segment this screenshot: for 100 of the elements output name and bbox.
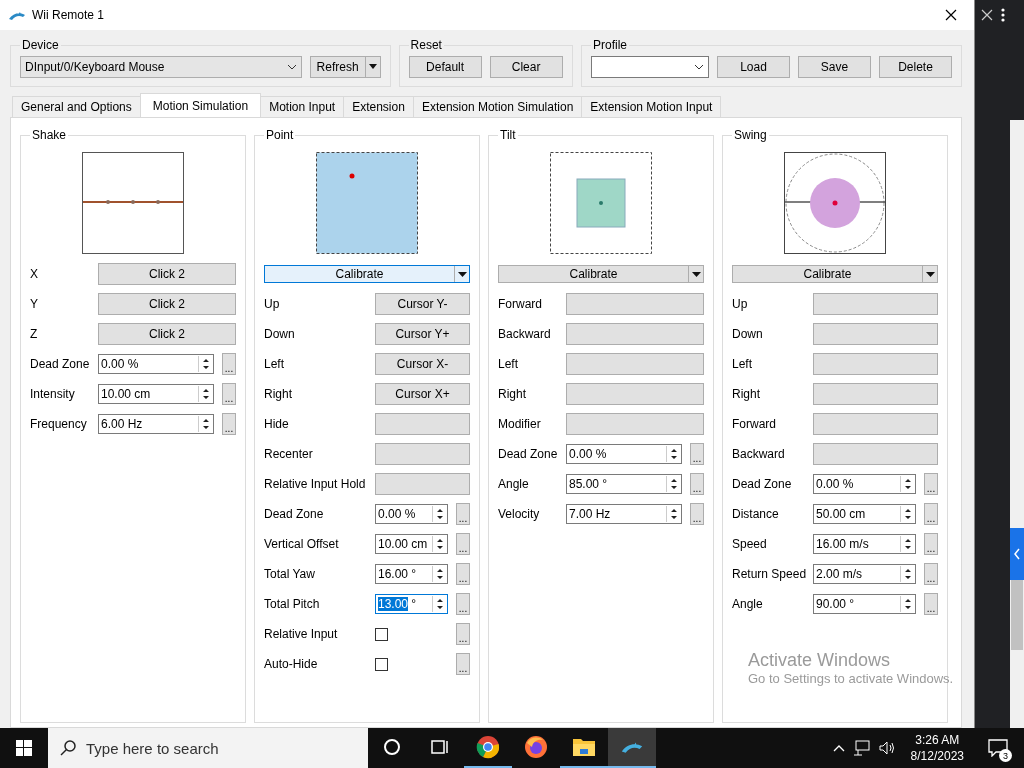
input-mapping-button[interactable]: Click 2: [98, 263, 236, 285]
checkbox[interactable]: [375, 657, 388, 671]
spin-box[interactable]: 16.00 °: [375, 564, 448, 584]
profile-button[interactable]: Save: [798, 56, 871, 78]
more-options-button[interactable]: ...: [456, 563, 470, 585]
more-menu-icon[interactable]: [1001, 8, 1005, 22]
field-label: Y: [30, 297, 39, 311]
more-options-button[interactable]: ...: [690, 473, 704, 495]
spin-box[interactable]: 2.00 m/s: [813, 564, 916, 584]
more-options-button[interactable]: ...: [924, 473, 938, 495]
search-field[interactable]: Type here to search: [48, 728, 368, 768]
refresh-button[interactable]: Refresh: [309, 56, 381, 78]
input-mapping-button[interactable]: [566, 323, 704, 345]
field-label: X: [30, 267, 39, 281]
device-dropdown[interactable]: DInput/0/Keyboard Mouse: [20, 56, 302, 78]
activation-title: Activate Windows: [748, 650, 892, 671]
tab[interactable]: Motion Input: [260, 96, 345, 117]
input-mapping-button[interactable]: [566, 413, 704, 435]
more-options-button[interactable]: ...: [690, 503, 704, 525]
field-label: Down: [264, 327, 296, 341]
scrollbar[interactable]: [1010, 120, 1024, 728]
input-mapping-button[interactable]: Cursor X-: [375, 353, 470, 375]
reset-button[interactable]: Default: [408, 56, 482, 78]
window-title: Wii Remote 1: [32, 8, 106, 22]
input-mapping-button[interactable]: [813, 323, 938, 345]
more-options-button[interactable]: ...: [222, 353, 236, 375]
spin-box[interactable]: 90.00 °: [813, 594, 916, 614]
browser-logo-icon[interactable]: [476, 735, 500, 759]
caret-icon: [691, 271, 701, 277]
field-label: Up: [732, 297, 749, 311]
field-label: Backward: [732, 447, 786, 461]
input-mapping-button[interactable]: [566, 353, 704, 375]
reset-button[interactable]: Clear: [489, 56, 563, 78]
tab[interactable]: Extension Motion Input: [581, 96, 722, 117]
field-label: Velocity: [498, 507, 541, 521]
input-mapping-button[interactable]: Click 2: [98, 293, 236, 315]
input-mapping-button[interactable]: [813, 383, 938, 405]
more-options-button[interactable]: ...: [924, 533, 938, 555]
group-title: Tilt: [499, 128, 517, 142]
input-mapping-button[interactable]: [813, 443, 938, 465]
field-label: Vertical Offset: [264, 537, 340, 551]
more-options-button[interactable]: ...: [222, 383, 236, 405]
spin-box[interactable]: 16.00 m/s: [813, 534, 916, 554]
input-mapping-button[interactable]: [375, 443, 470, 465]
more-options-button[interactable]: ...: [456, 593, 470, 615]
calibrate-button[interactable]: Calibrate: [264, 265, 470, 283]
folder-icon[interactable]: [572, 736, 596, 758]
profile-button[interactable]: Delete: [879, 56, 952, 78]
field-label: Dead Zone: [498, 447, 559, 461]
spin-box[interactable]: 10.00 cm: [375, 534, 448, 554]
more-options-button[interactable]: ...: [456, 653, 470, 675]
profile-button[interactable]: Load: [717, 56, 790, 78]
input-mapping-button[interactable]: Cursor Y-: [375, 293, 470, 315]
fox-logo-icon[interactable]: [524, 735, 548, 759]
spin-box[interactable]: 50.00 cm: [813, 504, 916, 524]
speaker-icon[interactable]: [878, 740, 897, 756]
input-mapping-button[interactable]: [375, 473, 470, 495]
notification-icon[interactable]: [988, 739, 1008, 757]
spin-box[interactable]: 0.00 %: [375, 504, 448, 524]
spin-box[interactable]: 0.00 %: [566, 444, 682, 464]
more-options-button[interactable]: ...: [456, 533, 470, 555]
field-label: Hide: [264, 417, 290, 431]
network-icon[interactable]: [852, 740, 871, 756]
profile-dropdown[interactable]: [591, 56, 709, 78]
more-options-button[interactable]: ...: [924, 563, 938, 585]
calibrate-button[interactable]: Calibrate: [498, 265, 704, 283]
more-options-button[interactable]: ...: [924, 593, 938, 615]
input-mapping-button[interactable]: [813, 413, 938, 435]
more-options-button[interactable]: ...: [690, 443, 704, 465]
spin-box[interactable]: 10.00 cm: [98, 384, 214, 404]
spin-box[interactable]: 0.00 %: [98, 354, 214, 374]
spin-box[interactable]: 13.00 °: [375, 594, 448, 614]
input-mapping-button[interactable]: Cursor Y+: [375, 323, 470, 345]
input-mapping-button[interactable]: Cursor X+: [375, 383, 470, 405]
more-options-button[interactable]: ...: [456, 623, 470, 645]
checkbox[interactable]: [375, 627, 388, 641]
spin-box[interactable]: 7.00 Hz: [566, 504, 682, 524]
circle-icon[interactable]: [383, 738, 401, 756]
input-mapping-button[interactable]: [813, 293, 938, 315]
task-view-icon[interactable]: [430, 738, 450, 756]
input-mapping-button[interactable]: [566, 383, 704, 405]
spin-box[interactable]: 0.00 %: [813, 474, 916, 494]
field-label: Z: [30, 327, 39, 341]
more-options-button[interactable]: ...: [456, 503, 470, 525]
notification-count: 3: [999, 749, 1012, 762]
tab[interactable]: Motion Simulation: [139, 93, 262, 117]
input-mapping-button[interactable]: Click 2: [98, 323, 236, 345]
input-mapping-button[interactable]: [375, 413, 470, 435]
spin-box[interactable]: 6.00 Hz: [98, 414, 214, 434]
group-title: Profile: [592, 38, 628, 52]
calibrate-button[interactable]: Calibrate: [732, 265, 938, 283]
more-options-button[interactable]: ...: [222, 413, 236, 435]
input-mapping-button[interactable]: [566, 293, 704, 315]
tab[interactable]: General and Options: [12, 96, 141, 117]
more-options-button[interactable]: ...: [924, 503, 938, 525]
close-icon[interactable]: [981, 9, 993, 21]
input-mapping-button[interactable]: [813, 353, 938, 375]
caret-icon: [925, 271, 935, 277]
chevron-up-icon[interactable]: [832, 744, 845, 752]
spin-box[interactable]: 85.00 °: [566, 474, 682, 494]
